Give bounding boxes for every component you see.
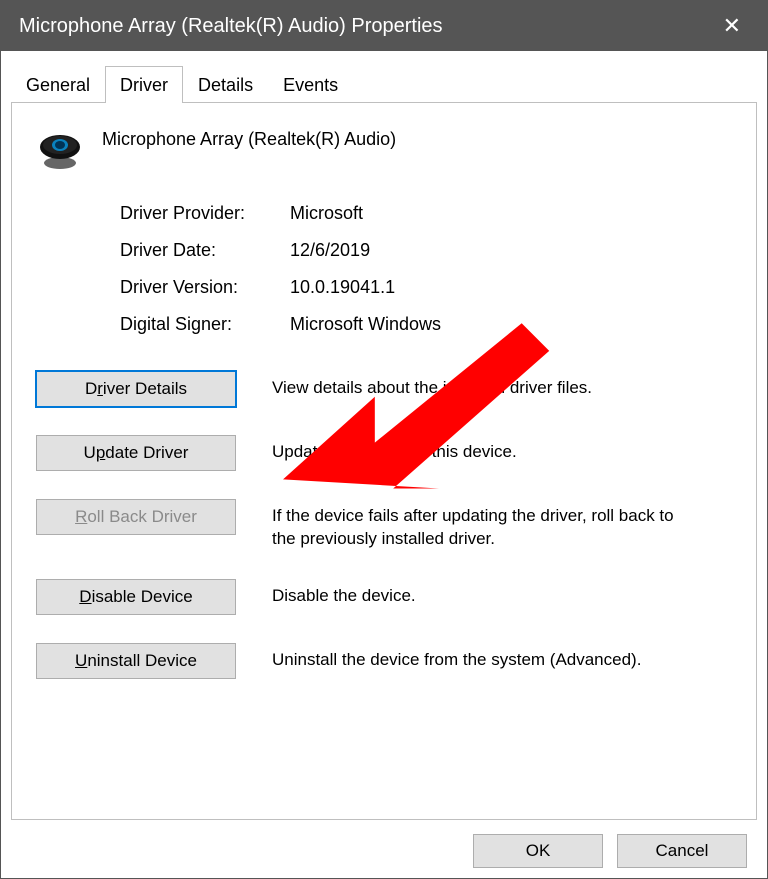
tab-details[interactable]: Details <box>183 66 268 103</box>
digital-signer-value: Microsoft Windows <box>290 314 732 335</box>
tab-panel-driver: Microphone Array (Realtek(R) Audio) Driv… <box>11 103 757 820</box>
btn-text: Disable Device <box>79 587 192 607</box>
update-driver-button[interactable]: Update Driver <box>36 435 236 471</box>
action-row-uninstall: Uninstall Device Uninstall the device fr… <box>36 643 732 679</box>
dialog-footer: OK Cancel <box>11 820 757 868</box>
driver-provider-label: Driver Provider: <box>120 203 290 224</box>
tab-general[interactable]: General <box>11 66 105 103</box>
roll-back-driver-button: Roll Back Driver <box>36 499 236 535</box>
window-title: Microphone Array (Realtek(R) Audio) Prop… <box>19 15 443 38</box>
tab-driver[interactable]: Driver <box>105 66 183 103</box>
tab-strip: General Driver Details Events <box>11 65 757 103</box>
driver-date-value: 12/6/2019 <box>290 240 732 261</box>
driver-version-label: Driver Version: <box>120 277 290 298</box>
client-area: General Driver Details Events Microphone… <box>1 51 767 878</box>
ok-button[interactable]: OK <box>473 834 603 868</box>
action-row-disable: Disable Device Disable the device. <box>36 579 732 615</box>
uninstall-device-button[interactable]: Uninstall Device <box>36 643 236 679</box>
btn-text: Update Driver <box>84 443 189 463</box>
btn-text: Driver Details <box>85 379 187 399</box>
webcam-icon <box>36 127 84 175</box>
disable-device-desc: Disable the device. <box>272 579 416 608</box>
btn-text: Roll Back Driver <box>75 507 197 527</box>
driver-date-label: Driver Date: <box>120 240 290 261</box>
action-row-update: Update Driver Update the driver for this… <box>36 435 732 471</box>
action-row-rollback: Roll Back Driver If the device fails aft… <box>36 499 732 551</box>
driver-provider-value: Microsoft <box>290 203 732 224</box>
digital-signer-label: Digital Signer: <box>120 314 290 335</box>
close-icon[interactable]: ✕ <box>715 11 749 41</box>
disable-device-button[interactable]: Disable Device <box>36 579 236 615</box>
device-header: Microphone Array (Realtek(R) Audio) <box>36 125 732 175</box>
cancel-button[interactable]: Cancel <box>617 834 747 868</box>
driver-version-value: 10.0.19041.1 <box>290 277 732 298</box>
driver-details-desc: View details about the installed driver … <box>272 371 592 400</box>
roll-back-driver-desc: If the device fails after updating the d… <box>272 499 692 551</box>
update-driver-desc: Update the driver for this device. <box>272 435 517 464</box>
driver-details-button[interactable]: Driver Details <box>36 371 236 407</box>
action-row-details: Driver Details View details about the in… <box>36 371 732 407</box>
tab-events[interactable]: Events <box>268 66 353 103</box>
properties-dialog: Microphone Array (Realtek(R) Audio) Prop… <box>0 0 768 879</box>
titlebar: Microphone Array (Realtek(R) Audio) Prop… <box>1 1 767 51</box>
driver-info: Driver Provider: Microsoft Driver Date: … <box>120 203 732 335</box>
device-name: Microphone Array (Realtek(R) Audio) <box>102 129 396 150</box>
uninstall-device-desc: Uninstall the device from the system (Ad… <box>272 643 641 672</box>
btn-text: Uninstall Device <box>75 651 197 671</box>
